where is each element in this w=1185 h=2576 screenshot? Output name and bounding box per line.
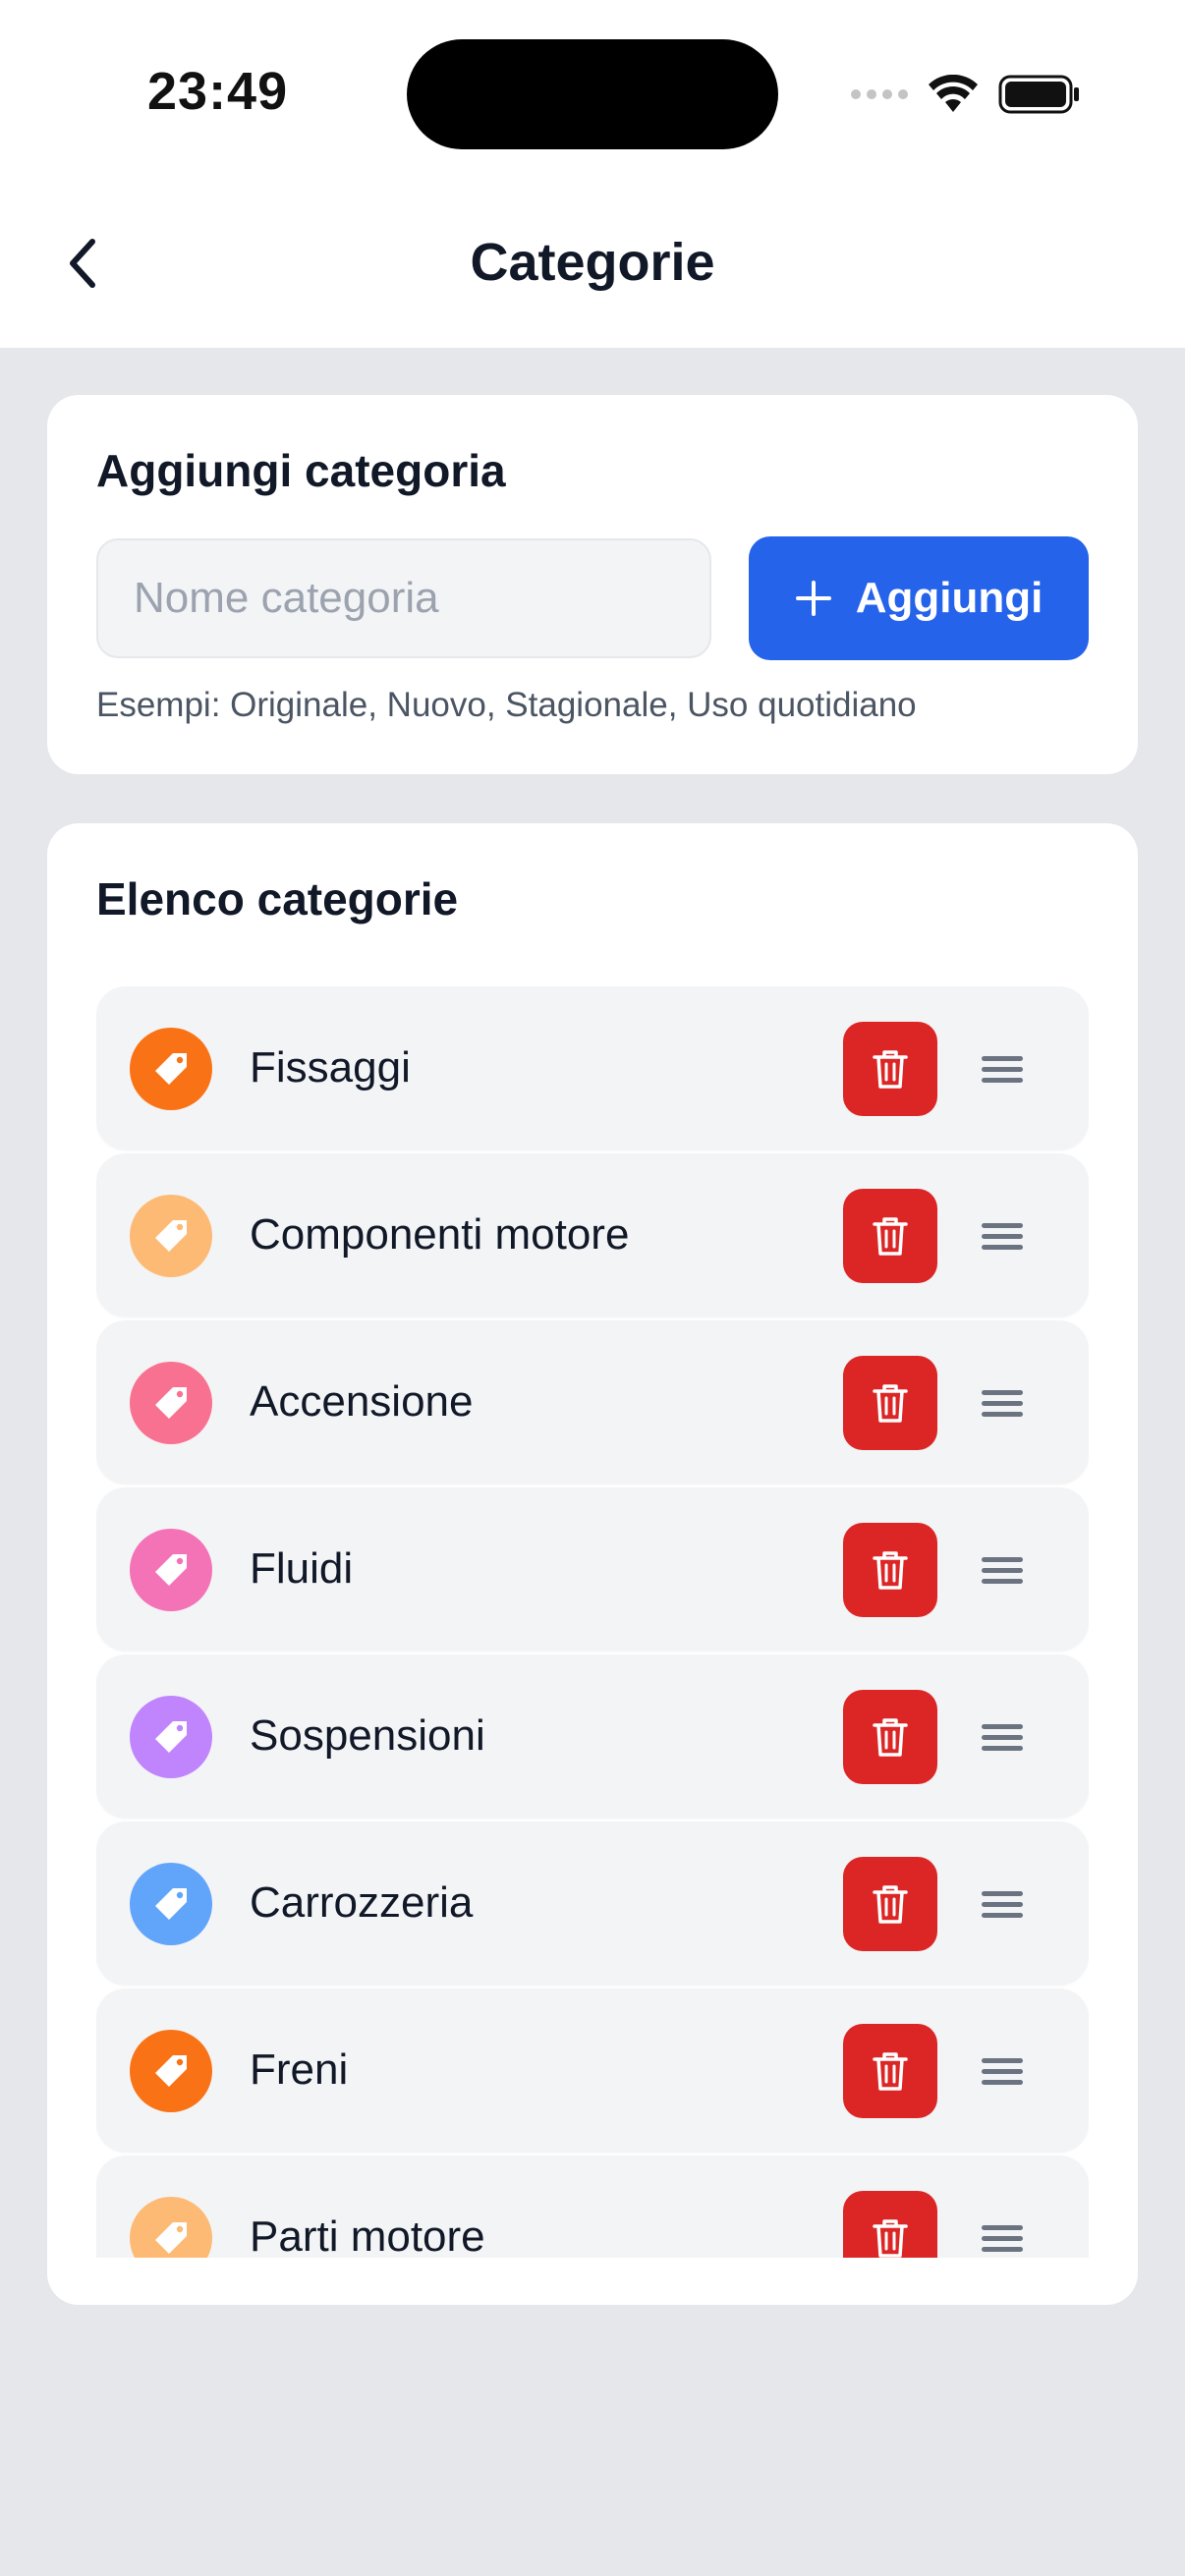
wifi-icon (929, 75, 978, 112)
page-title: Categorie (470, 233, 715, 292)
category-row[interactable]: Parti motore (96, 2156, 1089, 2258)
add-category-button[interactable]: Aggiungi (749, 536, 1089, 660)
category-row[interactable]: Carrozzeria (96, 1821, 1089, 1985)
category-row[interactable]: Fissaggi (96, 986, 1089, 1149)
category-label: Fluidi (250, 1544, 354, 1593)
status-icons (851, 75, 1081, 114)
trash-icon (873, 1050, 908, 1089)
category-row[interactable]: Freni (96, 1988, 1089, 2152)
category-label: Parti motore (250, 2212, 485, 2258)
delete-category-button[interactable] (843, 1690, 937, 1784)
category-color-badge (130, 1529, 212, 1611)
add-category-title: Aggiungi categoria (96, 445, 506, 496)
category-color-badge (130, 1696, 212, 1778)
category-label: Componenti motore (250, 1210, 630, 1259)
category-color-badge (130, 1362, 212, 1444)
category-color-badge (130, 2030, 212, 2112)
delete-category-button[interactable] (843, 1857, 937, 1951)
delete-category-button[interactable] (843, 1523, 937, 1617)
category-label: Freni (250, 2045, 349, 2094)
trash-icon (873, 1718, 908, 1757)
add-button-label: Aggiungi (855, 574, 1044, 622)
category-color-badge (130, 1195, 212, 1277)
trash-icon (873, 1217, 908, 1256)
drag-handle-icon[interactable] (975, 2214, 1030, 2258)
delete-category-button[interactable] (843, 2024, 937, 2118)
category-row[interactable]: Componenti motore (96, 1153, 1089, 1316)
cellular-signal-icon (851, 89, 908, 99)
category-label: Carrozzeria (250, 1878, 474, 1927)
drag-handle-icon[interactable] (975, 1045, 1030, 1092)
category-label: Sospensioni (250, 1711, 485, 1760)
drag-handle-icon[interactable] (975, 1379, 1030, 1427)
tag-icon (155, 1888, 187, 1920)
trash-icon (873, 1551, 908, 1590)
category-label: Accensione (250, 1377, 474, 1426)
category-row[interactable]: Accensione (96, 1320, 1089, 1484)
tag-icon (155, 1554, 187, 1586)
trash-icon (873, 2052, 908, 2091)
drag-handle-icon[interactable] (975, 1212, 1030, 1260)
category-color-badge (130, 1863, 212, 1945)
delete-category-button[interactable] (843, 2191, 937, 2258)
category-color-badge (130, 2197, 212, 2258)
drag-handle-icon[interactable] (975, 1713, 1030, 1761)
trash-icon (873, 1885, 908, 1924)
category-row[interactable]: Fluidi (96, 1487, 1089, 1651)
back-button[interactable] (55, 232, 110, 295)
trash-icon (873, 1384, 908, 1423)
category-list[interactable]: Fissaggi Componenti motore Accensione Fluid… (96, 986, 1089, 2258)
header-area: 23:49 Categorie (0, 0, 1185, 348)
category-list-title: Elenco categorie (96, 873, 459, 924)
category-name-input[interactable] (96, 538, 711, 658)
drag-handle-icon[interactable] (975, 2047, 1030, 2095)
plus-icon (795, 581, 831, 616)
chevron-left-icon (70, 239, 95, 288)
category-label: Fissaggi (250, 1043, 411, 1092)
drag-handle-icon[interactable] (975, 1546, 1030, 1594)
tag-icon (155, 1721, 187, 1753)
tag-icon (155, 2055, 187, 2087)
tag-icon (155, 1053, 187, 1085)
drag-handle-icon[interactable] (975, 1880, 1030, 1928)
tag-icon (155, 1387, 187, 1419)
examples-hint: Esempi: Originale, Nuovo, Stagionale, Us… (96, 686, 917, 724)
battery-icon (998, 75, 1079, 114)
category-color-badge (130, 1028, 212, 1110)
tag-icon (155, 1220, 187, 1252)
tag-icon (155, 2222, 187, 2254)
delete-category-button[interactable] (843, 1356, 937, 1450)
trash-icon (873, 2219, 908, 2258)
status-time: 23:49 (147, 62, 289, 121)
category-row[interactable]: Sospensioni (96, 1654, 1089, 1818)
dynamic-island (407, 39, 778, 149)
delete-category-button[interactable] (843, 1022, 937, 1116)
delete-category-button[interactable] (843, 1189, 937, 1283)
